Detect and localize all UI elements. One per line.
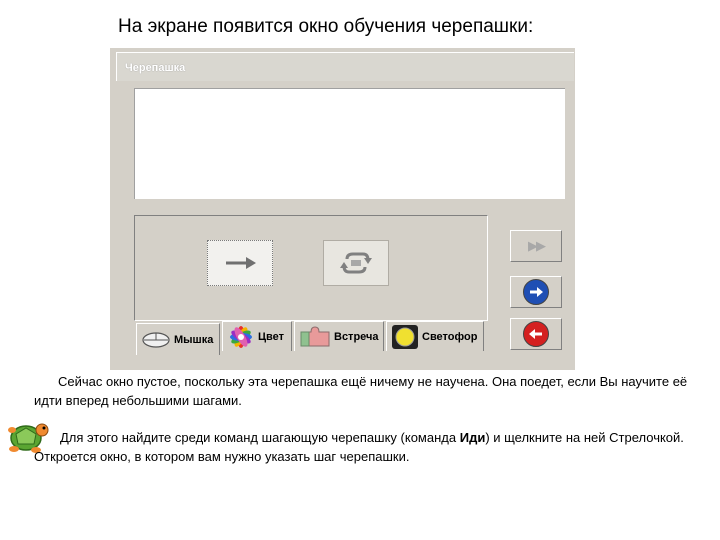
fast-forward-icon: ▶▶ — [528, 238, 546, 254]
window-title: Черепашка — [125, 62, 186, 74]
arrow-right-icon — [226, 257, 256, 269]
slide-heading: На экране появится окно обучения черепаш… — [118, 16, 534, 37]
tab-color-label: Цвет — [258, 330, 285, 343]
tab-mouse-label: Мышка — [174, 333, 214, 346]
puzzle-icon — [300, 325, 330, 346]
tab-traffic-light-label: Светофор — [422, 330, 478, 343]
forward-blue-icon — [523, 279, 549, 305]
repeat-command-button[interactable] — [323, 240, 389, 286]
repeat-icon — [340, 252, 372, 274]
traffic-light-icon — [392, 324, 418, 349]
fast-forward-button[interactable]: ▶▶ — [510, 230, 562, 262]
turtle-canvas[interactable] — [134, 88, 565, 199]
window-titlebar[interactable]: Черепашка — [116, 52, 574, 81]
command-name-go: Иди — [459, 430, 486, 445]
tab-meeting-label: Встреча — [334, 330, 379, 343]
paragraph-empty-window: Сейчас окно пустое, поскольку эта черепа… — [34, 372, 694, 410]
instructions-text-1: Для этого найдите среди команд шагающую … — [60, 430, 460, 445]
tab-traffic-light[interactable]: Светофор — [386, 321, 484, 351]
color-wheel-icon — [230, 325, 252, 348]
run-forward-button[interactable] — [510, 276, 562, 308]
go-command-button[interactable] — [207, 240, 273, 286]
back-red-icon — [523, 321, 549, 347]
turtle-window: Черепашка Мышка Цвет Встреча Светофор ▶▶ — [110, 48, 575, 370]
mouse-icon — [142, 331, 170, 348]
undo-back-button[interactable] — [510, 318, 562, 350]
paragraph-instructions: Для этого найдите среди команд шагающую … — [34, 428, 694, 466]
tab-meeting[interactable]: Встреча — [294, 321, 384, 351]
paragraph-empty-window-text: Сейчас окно пустое, поскольку эта черепа… — [34, 374, 688, 408]
command-panel — [134, 215, 488, 321]
tab-strip: Мышка Цвет Встреча Светофор — [136, 321, 496, 355]
tab-color[interactable]: Цвет — [222, 321, 292, 351]
tab-mouse[interactable]: Мышка — [136, 323, 220, 355]
